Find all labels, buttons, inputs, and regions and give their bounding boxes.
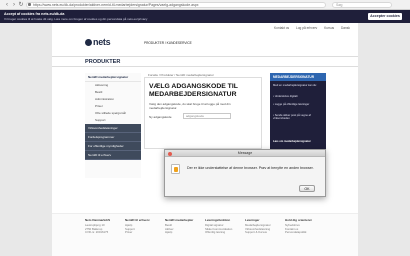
footer-link[interactable]: Support & Kursus [245, 231, 283, 235]
page-title-bar: PRODUKTER [52, 56, 358, 67]
content-text: Vælg den adgangskode, du skal bruge til … [149, 102, 231, 110]
sidebar-section-title[interactable]: NemID medarbejdersignatur [85, 73, 141, 82]
sidebar-item[interactable]: For offentlige myndigheder [85, 142, 141, 151]
warning-icon [171, 164, 180, 174]
password-card: VÆLG ADGANGSKODE TIL MEDARBEJDERSIGNATUR… [144, 77, 262, 149]
dialog-title: Message [237, 151, 253, 155]
sidebar-item[interactable]: Fordelsprogrammer [85, 133, 141, 142]
footer-heading: Hold dig orienteret [285, 218, 312, 222]
sidebar-item[interactable]: Virksomhedsløsninger [85, 124, 141, 133]
footer-column: NemID til erhverv Hjælp Support Priser [125, 218, 163, 235]
accept-cookies-button[interactable]: Accepter cookies [368, 13, 402, 20]
password-label: Ny adgangskode [149, 115, 172, 119]
browser-search-field[interactable]: Søg [332, 2, 392, 8]
cookie-banner: Accept af cookies fra nets.eu/dk-da Vi b… [0, 10, 410, 23]
footer-column: Hold dig orienteret Nyhedsbrev Kontakt o… [285, 218, 323, 235]
sidebar-subitem[interactable]: Aktivering [85, 82, 141, 89]
message-dialog: Message Der er ikke understøttelse af de… [164, 149, 326, 197]
browser-chrome: ‹ › ↻ https://www.nets.eu/dk-da/produkte… [0, 0, 410, 10]
footer-column: Løsningsfunktion Digital signatur Sikker… [205, 218, 243, 235]
footer: Nets DanmarkA/S Lautrupbjerg 10 2750 Bal… [52, 213, 358, 256]
promo-title: MEDARBEJDERSIGNATUR [270, 73, 326, 81]
ok-button[interactable]: OK [299, 185, 315, 192]
utility-link-courses[interactable]: Kursus [324, 26, 334, 30]
address-bar[interactable]: https://www.nets.eu/dk-da/produkter/akti… [26, 2, 326, 8]
sidebar-subitem[interactable]: Ofte stillede spørgsmål [85, 110, 141, 117]
dialog-message: Der er ikke understøttelse af denne brow… [187, 166, 314, 170]
logo-mark-icon [85, 39, 92, 46]
dialog-titlebar[interactable]: Message [165, 150, 325, 157]
footer-heading: NemID medarbejder [165, 218, 194, 222]
logo-text: nets [93, 37, 111, 47]
footer-link[interactable]: Priser [125, 231, 163, 235]
sidebar: NemID medarbejdersignatur Aktivering Bes… [85, 73, 141, 178]
footer-heading: Nets DanmarkA/S [85, 218, 111, 222]
reload-icon[interactable]: ↻ [18, 2, 24, 8]
footer-column: Nets DanmarkA/S Lautrupbjerg 10 2750 Bal… [85, 218, 123, 235]
utility-link-language[interactable]: Dansk [341, 26, 350, 30]
promo-line: • Sende sikker post på vegne af virksomh… [273, 114, 311, 121]
promo-line: Med en medarbejdersignatur kan du: [273, 84, 317, 87]
utility-link-login[interactable]: Log på erhverv [296, 26, 317, 30]
footer-heading: Løsningsfunktion [205, 218, 231, 222]
promo-line: • Underskrive digitalt [273, 95, 298, 98]
password-field[interactable]: adgangskode [183, 113, 231, 119]
footer-link[interactable]: Hjælp [165, 231, 203, 235]
footer-link[interactable]: CVR-nr. 20016175 [85, 231, 123, 235]
utility-link-contact[interactable]: Kontakt os [274, 26, 289, 30]
forward-icon[interactable]: › [11, 2, 17, 8]
footer-link[interactable]: Offentlig løsning [205, 231, 243, 235]
cookie-text: Vi bruger cookies til at huske dit valg.… [4, 17, 148, 21]
cookie-title: Accept af cookies fra nets.eu/dk-da [4, 12, 65, 16]
warning-icon-mark [174, 167, 178, 172]
page-title: PRODUKTER [85, 59, 121, 65]
back-icon[interactable]: ‹ [4, 2, 10, 8]
top-navigation[interactable]: PRODUKTER / KUNDESERVICE [144, 41, 192, 45]
footer-column: Løsninger Medarbejdersignatur Virksomhed… [245, 218, 283, 235]
sidebar-subitem[interactable]: Priser [85, 103, 141, 110]
lock-icon [28, 3, 31, 6]
footer-link[interactable]: Persondatapolitik [285, 231, 323, 235]
promo-link[interactable]: Læs om medarbejdersignatur [273, 140, 311, 143]
content-title: VÆLG ADGANGSKODE TIL MEDARBEJDERSIGNATUR [149, 83, 238, 98]
sidebar-item[interactable]: NemID til erhverv [85, 151, 141, 160]
page: Kontakt os Log på erhverv Kursus Dansk n… [52, 23, 358, 256]
footer-column: NemID medarbejder Bestil Aktiver Hjælp [165, 218, 203, 235]
promo-line: • Logge på offentlige løsninger [273, 103, 310, 106]
footer-heading: Løsninger [245, 218, 260, 222]
sidebar-subitem[interactable]: Bestil [85, 89, 141, 96]
sidebar-subitem[interactable]: Administration [85, 96, 141, 103]
sidebar-subitem[interactable]: Support [85, 117, 141, 124]
nets-logo[interactable]: nets [85, 37, 115, 47]
promo-box: MEDARBEJDERSIGNATUR Med en medarbejdersi… [270, 73, 326, 149]
footer-heading: NemID til erhverv [125, 218, 150, 222]
utility-links: Kontakt os Log på erhverv Kursus Dansk [268, 26, 350, 30]
